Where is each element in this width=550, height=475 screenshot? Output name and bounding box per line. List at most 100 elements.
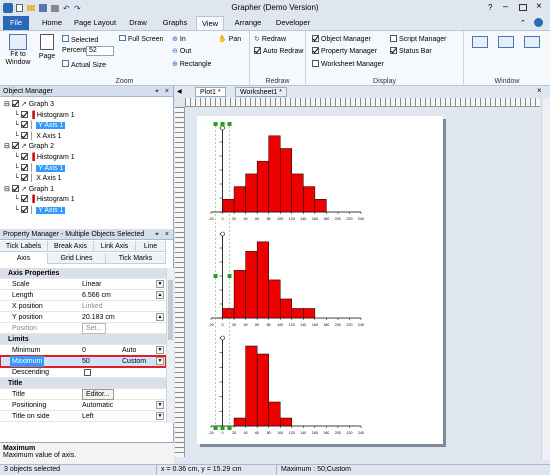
title-editor-button[interactable]: Editor... (82, 389, 114, 400)
selected-button[interactable]: Selected (62, 35, 98, 44)
visibility-checkbox[interactable] (20, 195, 28, 203)
percent-input[interactable]: 52 (86, 46, 114, 56)
section-title[interactable]: Title (0, 378, 166, 389)
prop-row-maximum[interactable]: Maximum 50 Custom ▼ (0, 355, 167, 368)
close-icon[interactable]: × (536, 1, 542, 12)
redraw-button[interactable]: ↻ Redraw (254, 35, 286, 43)
zoom-in-button[interactable]: ⊕ In (172, 35, 186, 43)
tab-tick-labels[interactable]: Tick Labels (0, 241, 48, 252)
pan-button[interactable]: ✋ Pan (218, 35, 241, 43)
section-limits[interactable]: Limits (0, 334, 166, 345)
tab-axis[interactable]: Axis (0, 253, 48, 264)
prop-row-position[interactable]: Position Set... (0, 323, 166, 334)
visibility-checkbox[interactable] (20, 153, 28, 160)
tab-draw[interactable]: Draw (125, 16, 151, 30)
prop-row-positioning[interactable]: Positioning Automatic ▼ (0, 400, 166, 411)
tab-line[interactable]: Line (136, 241, 166, 252)
tile-button[interactable] (498, 36, 520, 54)
visibility-checkbox[interactable] (11, 184, 19, 192)
visibility-checkbox[interactable] (20, 163, 28, 171)
tree-item-axis[interactable]: └ │ X Axis 1 (14, 174, 62, 183)
tab-file[interactable]: File (3, 16, 29, 30)
tree-item-hist[interactable]: └ ▐ Histogram 1 (14, 110, 75, 120)
tree-item-graph[interactable]: ⊟ ↗ Graph 2 (4, 142, 54, 151)
section-axis-properties[interactable]: Axis Properties (0, 268, 166, 279)
tree-item-graph[interactable]: ⊟ ↗ Graph 3 (4, 100, 54, 109)
prop-row-y-position[interactable]: Y position 20.183 cm ▲ (0, 312, 166, 323)
maximum-input[interactable]: 50 (82, 356, 90, 367)
doc-tab-plot1[interactable]: Plot1 * (195, 87, 226, 97)
chevron-down-icon[interactable]: ▼ (156, 346, 164, 354)
property-manager-checkbox[interactable]: Property Manager (312, 47, 377, 55)
visibility-checkbox[interactable] (20, 110, 28, 118)
pin-icon[interactable]: ⌖ (155, 86, 159, 97)
fit-to-window-button[interactable]: Fit to Window (2, 34, 34, 74)
spinner-icon[interactable]: ▲ (156, 313, 164, 321)
prop-row-descending[interactable]: Descending (0, 367, 166, 378)
tree-item-axis[interactable]: └ │ Y Axis 1 (14, 163, 66, 173)
tree-item-axis[interactable]: └ │ Y Axis 1 (14, 206, 66, 215)
help-icon[interactable]: ? (488, 3, 492, 12)
ribbon-collapse-icon[interactable]: ⌃ (520, 19, 526, 27)
tree-item-axis[interactable]: └ │ X Axis 1 (14, 131, 62, 141)
tab-home[interactable]: Home (38, 16, 66, 30)
tree-item-axis[interactable]: └ │ Y Axis 1 (14, 121, 66, 130)
tab-arrange[interactable]: Arrange (231, 16, 265, 30)
visibility-checkbox[interactable] (11, 142, 19, 150)
visibility-checkbox[interactable] (20, 206, 28, 213)
doc-tab-scroll-left-icon[interactable]: ◀ (177, 88, 182, 95)
panel-close-icon[interactable]: × (165, 86, 169, 97)
prop-row-minimum[interactable]: Minimum 0 Auto ▼ (0, 345, 166, 356)
tab-developer[interactable]: Developer (272, 16, 314, 30)
worksheet-manager-checkbox[interactable]: Worksheet Manager (312, 60, 384, 68)
tab-page-layout[interactable]: Page Layout (72, 16, 118, 30)
collapse-icon[interactable]: ⊟ (4, 143, 12, 150)
chevron-down-icon[interactable]: ▼ (156, 280, 164, 288)
scrollbar-thumb[interactable] (168, 280, 173, 340)
cascade-button[interactable] (472, 36, 494, 54)
chevron-down-icon[interactable]: ▼ (156, 357, 164, 365)
prop-row-title[interactable]: Title Editor... (0, 389, 166, 400)
pin-icon[interactable]: ⌖ (155, 229, 159, 240)
tab-grid-lines[interactable]: Grid Lines (48, 253, 106, 264)
chevron-down-icon[interactable]: ▼ (156, 412, 164, 420)
visibility-checkbox[interactable] (20, 121, 28, 129)
tab-link-axis[interactable]: Link Axis (94, 241, 136, 252)
collapse-icon[interactable]: ⊟ (4, 186, 12, 193)
descending-checkbox[interactable] (84, 369, 91, 376)
prop-row-length[interactable]: Length 6.566 cm ▲ (0, 290, 166, 301)
tab-tick-marks[interactable]: Tick Marks (106, 253, 166, 264)
tree-item-hist[interactable]: └ ▐ Histogram 1 (14, 195, 75, 204)
switch-window-button[interactable] (524, 36, 546, 54)
script-manager-checkbox[interactable]: Script Manager (390, 35, 446, 43)
spinner-icon[interactable]: ▲ (156, 291, 164, 299)
tab-graphs[interactable]: Graphs (159, 16, 191, 30)
full-screen-button[interactable]: Full Screen (119, 35, 163, 43)
collapse-icon[interactable]: ⊟ (4, 101, 12, 108)
tree-item-graph[interactable]: ⊟ ↗ Graph 1 (4, 184, 54, 194)
doc-close-icon[interactable]: × (537, 86, 542, 95)
position-set-button[interactable]: Set... (82, 323, 107, 334)
maximize-icon[interactable] (519, 4, 527, 11)
visibility-checkbox[interactable] (11, 100, 19, 107)
panel-close-icon[interactable]: × (165, 229, 169, 240)
doc-tab-worksheet1[interactable]: Worksheet1 * (235, 87, 287, 97)
chevron-down-icon[interactable]: ▼ (156, 401, 164, 409)
vertical-scrollbar[interactable] (541, 98, 550, 460)
minimize-icon[interactable]: – (503, 1, 508, 11)
prop-row-x-position[interactable]: X position Linked (0, 301, 166, 312)
prop-row-scale[interactable]: Scale Linear ▼ (0, 279, 166, 290)
actual-size-button[interactable]: Actual Size (62, 60, 106, 69)
tree-item-hist[interactable]: └ ▐ Histogram 1 (14, 153, 75, 162)
object-manager-checkbox[interactable]: Object Manager (312, 35, 371, 43)
page-button[interactable]: Page (36, 34, 58, 74)
status-bar-checkbox[interactable]: Status Bar (390, 47, 432, 55)
zoom-rectangle-button[interactable]: ⊕ Rectangle (172, 60, 211, 68)
help-circle-icon[interactable] (534, 18, 543, 27)
prop-row-title-on-side[interactable]: Title on side Left ▼ (0, 411, 166, 422)
zoom-out-button[interactable]: ⊖ Out (172, 47, 191, 55)
property-scrollbar[interactable] (166, 268, 174, 423)
visibility-checkbox[interactable] (20, 131, 28, 139)
visibility-checkbox[interactable] (20, 174, 28, 182)
tab-view[interactable]: View (196, 16, 224, 31)
